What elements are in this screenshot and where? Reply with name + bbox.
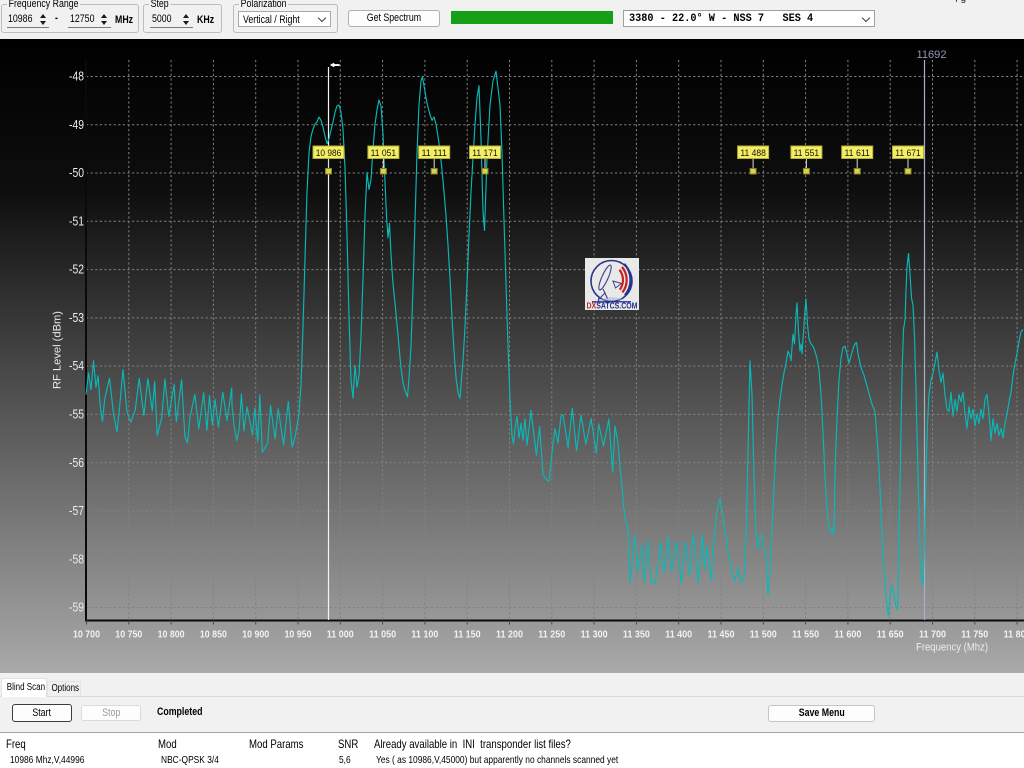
svg-text:11 611: 11 611: [844, 148, 870, 159]
svg-text:11 671: 11 671: [895, 148, 921, 159]
svg-text:-54: -54: [69, 358, 84, 373]
svg-text:11 000: 11 000: [327, 630, 354, 641]
svg-text:11 100: 11 100: [411, 630, 438, 641]
svg-text:11 550: 11 550: [792, 630, 819, 641]
svg-text:11 050: 11 050: [369, 630, 396, 641]
svg-text:-49: -49: [69, 117, 84, 132]
svg-text:11 650: 11 650: [877, 630, 904, 641]
svg-text:-59: -59: [69, 600, 84, 615]
svg-text:11 111: 11 111: [421, 148, 447, 159]
svg-text:-48: -48: [69, 69, 84, 84]
svg-text:10 750: 10 750: [115, 630, 142, 641]
svg-text:10 986: 10 986: [316, 148, 342, 159]
svg-text:11 800: 11 800: [1004, 630, 1024, 641]
svg-text:11 350: 11 350: [623, 630, 650, 641]
svg-text:RF Level (dBm): RF Level (dBm): [52, 311, 64, 389]
svg-text:11 300: 11 300: [581, 630, 608, 641]
svg-text:11 600: 11 600: [834, 630, 861, 641]
svg-text:-53: -53: [69, 310, 84, 325]
svg-text:Frequency (Mhz): Frequency (Mhz): [916, 642, 988, 654]
svg-text:10 950: 10 950: [285, 630, 312, 641]
svg-text:11 488: 11 488: [740, 148, 766, 159]
svg-text:-58: -58: [69, 551, 84, 566]
svg-text:-51: -51: [69, 213, 84, 228]
svg-text:DXSATCS.COM: DXSATCS.COM: [587, 301, 638, 311]
svg-text:10 700: 10 700: [73, 630, 100, 641]
svg-text:10 850: 10 850: [200, 630, 227, 641]
svg-text:11 551: 11 551: [794, 148, 820, 159]
svg-text:11 400: 11 400: [665, 630, 692, 641]
svg-text:-56: -56: [69, 455, 84, 470]
svg-text:11 750: 11 750: [961, 630, 988, 641]
svg-text:-57: -57: [69, 503, 84, 518]
svg-text:11 171: 11 171: [472, 148, 498, 159]
svg-text:11 051: 11 051: [371, 148, 397, 159]
svg-text:11 150: 11 150: [454, 630, 481, 641]
svg-text:11 450: 11 450: [708, 630, 735, 641]
svg-text:-55: -55: [69, 407, 84, 422]
svg-text:11692: 11692: [917, 49, 947, 61]
svg-text:11 250: 11 250: [538, 630, 565, 641]
svg-text:10 900: 10 900: [242, 630, 269, 641]
svg-text:11 700: 11 700: [919, 630, 946, 641]
svg-text:11 500: 11 500: [750, 630, 777, 641]
svg-text:11 200: 11 200: [496, 630, 523, 641]
svg-text:-50: -50: [69, 165, 84, 180]
svg-text:-52: -52: [69, 262, 84, 277]
svg-text:10 800: 10 800: [158, 630, 185, 641]
